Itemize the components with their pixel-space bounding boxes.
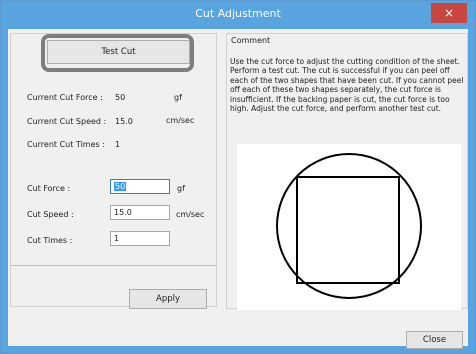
comment-title: Comment <box>231 36 271 45</box>
test-cut-shape-diagram <box>237 144 461 310</box>
current-cut-speed-value: 15.0 <box>115 117 133 126</box>
current-cut-speed-label: Current Cut Speed : <box>27 117 107 126</box>
cut-adjustment-dialog: Cut Adjustment × Test Cut Current Cut Fo… <box>0 0 476 354</box>
comment-panel: Comment Use the cut force to adjust the … <box>226 33 468 310</box>
panel-separator <box>11 265 216 266</box>
cut-force-input[interactable]: 50 <box>110 179 170 194</box>
cut-force-selected-text: 50 <box>114 182 127 191</box>
close-icon: × <box>443 6 455 20</box>
current-cut-force-value: 50 <box>115 93 126 102</box>
close-button[interactable]: Close <box>406 331 463 349</box>
title-bar: Cut Adjustment × <box>1 1 475 29</box>
current-cut-speed-unit: cm/sec <box>166 116 195 125</box>
test-cut-shapes <box>276 153 422 299</box>
cut-speed-unit: cm/sec <box>176 210 205 219</box>
cut-times-label: Cut Times : <box>27 236 73 245</box>
test-cut-highlight <box>41 34 194 72</box>
cut-times-input[interactable]: 1 <box>110 231 170 246</box>
apply-button[interactable]: Apply <box>129 289 207 309</box>
inner-square-shape <box>296 176 400 284</box>
cut-force-unit: gf <box>177 184 185 193</box>
window-close-button[interactable]: × <box>431 3 467 23</box>
comment-text: Use the cut force to adjust the cutting … <box>230 57 464 114</box>
current-cut-force-label: Current Cut Force : <box>27 93 103 102</box>
current-cut-times-label: Current Cut Times : <box>27 140 105 149</box>
current-cut-times-value: 1 <box>115 140 121 149</box>
cut-speed-input[interactable]: 15.0 <box>110 205 170 220</box>
settings-panel: Test Cut Current Cut Force : 50 gf Curre… <box>10 33 217 309</box>
window-title: Cut Adjustment <box>195 7 281 20</box>
cut-force-label: Cut Force : <box>27 184 71 193</box>
current-cut-force-unit: gf <box>174 93 182 102</box>
cut-speed-label: Cut Speed : <box>27 210 74 219</box>
dialog-body: Test Cut Current Cut Force : 50 gf Curre… <box>8 29 468 349</box>
